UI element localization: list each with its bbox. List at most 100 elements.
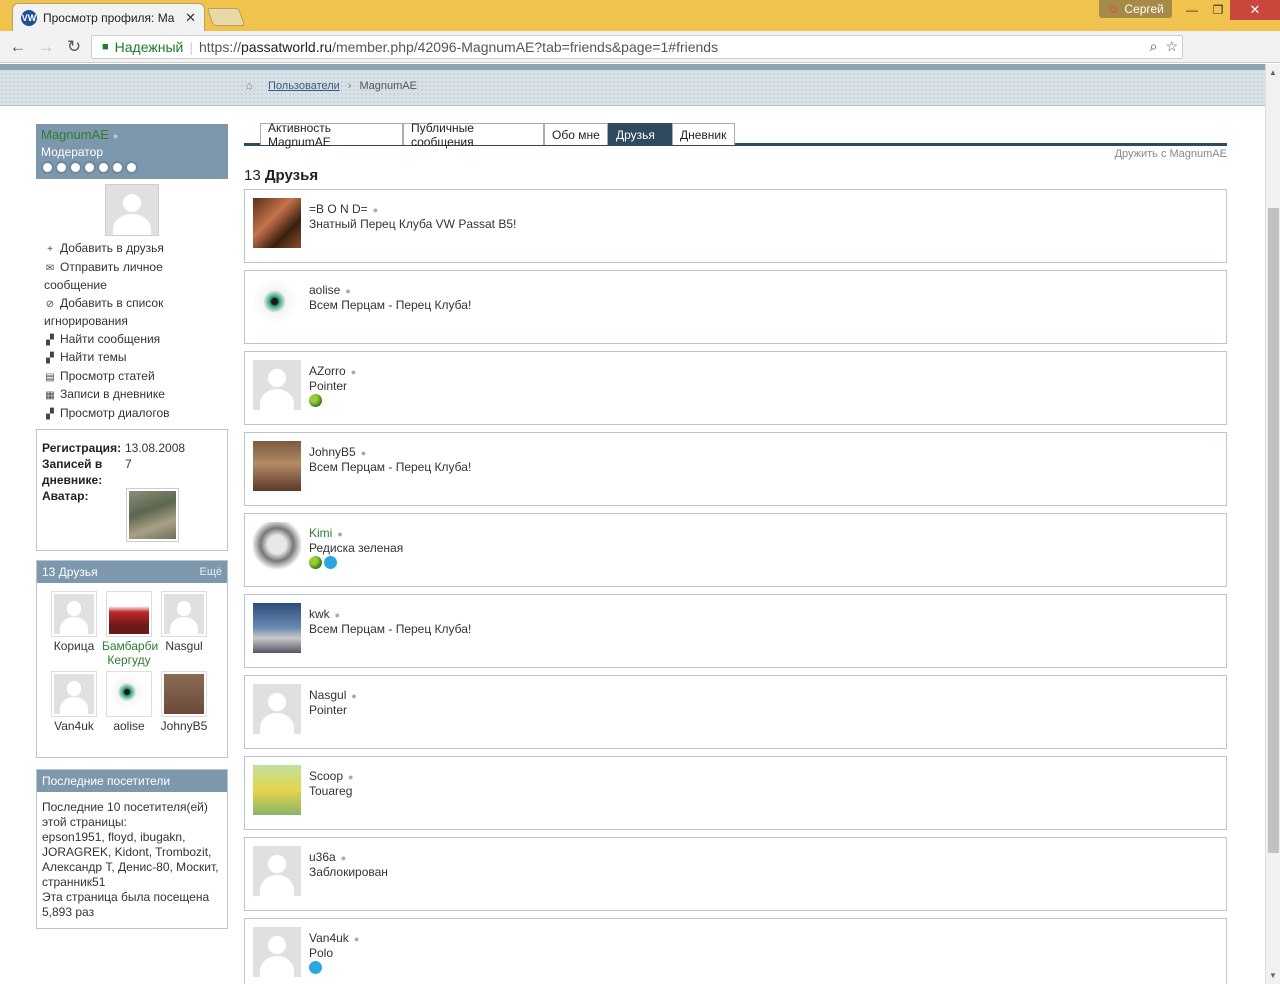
site-header: ⌂ Пользователи › MagnumAE: [0, 64, 1265, 106]
visitors-title: Последние посетители: [42, 774, 171, 788]
sidebar-friend[interactable]: Бамбарби Кергуду: [102, 591, 158, 667]
friends-grid: Корица Бамбарби Кергуду Nasgul Van4uk aolise…: [37, 583, 227, 733]
profile-action-label: Найти сообщения: [60, 331, 161, 346]
friend-row-avatar[interactable]: [253, 765, 301, 815]
friend-row-title: Знатный Перец Клуба VW Passat B5!: [309, 217, 517, 231]
profile-username: MagnumAE: [41, 127, 109, 142]
friend-name[interactable]: Корица: [47, 639, 101, 653]
back-icon[interactable]: ←: [8, 37, 28, 57]
new-tab-button[interactable]: [206, 8, 246, 26]
profile-action-1[interactable]: ✉ Отправить личное сообщение: [44, 259, 228, 295]
friend-row-name[interactable]: u36a ●: [309, 850, 346, 864]
secure-label: Надежный: [114, 39, 184, 55]
friend-name[interactable]: aolise: [102, 719, 156, 733]
friend-row-avatar[interactable]: [253, 441, 301, 491]
friend-avatar[interactable]: [51, 671, 97, 717]
friend-row: aolise ● Всем Перцам - Перец Клуба!: [244, 270, 1227, 344]
friend-row-avatar[interactable]: [253, 846, 301, 896]
profile-action-7[interactable]: ▞ Просмотр диалогов: [44, 405, 228, 424]
befriend-link[interactable]: Дружить с MagnumAE: [1115, 148, 1227, 160]
profile-actions: + Добавить в друзья ✉ Отправить личное сооб…: [36, 240, 228, 423]
visitors-intro: Последние 10 посетителя(ей) этой страниц…: [42, 800, 208, 829]
sidebar-friend[interactable]: JohnyB5: [157, 671, 211, 733]
friend-avatar[interactable]: [106, 591, 152, 637]
profile-action-3[interactable]: ▞ Найти сообщения: [44, 331, 228, 350]
close-tab-icon[interactable]: ✕: [185, 10, 196, 26]
friend-row-avatar[interactable]: [253, 279, 301, 329]
profile-action-2[interactable]: ⊘ Добавить в список игнорирования: [44, 295, 228, 331]
scrollbar[interactable]: ▲ ▼: [1265, 64, 1280, 984]
profile-button[interactable]: ☺ Сергей: [1099, 0, 1172, 18]
friend-row-avatar[interactable]: [253, 522, 301, 572]
articles-icon: ▤: [45, 371, 55, 383]
friend-avatar[interactable]: [51, 591, 97, 637]
profile-header: MagnumAE ● Модератор: [36, 124, 228, 179]
friend-avatar[interactable]: [161, 671, 207, 717]
friend-row: =B O N D= ● Знатный Перец Клуба VW Passat …: [244, 189, 1227, 263]
sidebar-friend[interactable]: Nasgul: [157, 591, 211, 667]
vw-favicon-icon: VW: [21, 9, 37, 26]
friend-name[interactable]: Бамбарби Кергуду: [102, 639, 158, 667]
forward-icon[interactable]: →: [36, 37, 56, 57]
bookmark-star-icon[interactable]: ☆: [1165, 38, 1178, 55]
friend-row-avatar[interactable]: [253, 198, 301, 248]
friend-row: Van4uk ● Polo: [244, 918, 1227, 984]
offline-status-icon: ●: [348, 772, 354, 782]
reload-icon[interactable]: ↻: [64, 37, 84, 57]
friend-row-name[interactable]: Van4uk ●: [309, 931, 359, 945]
tab-4[interactable]: Дневник: [672, 123, 735, 145]
visitors-count: Эта страница была посещена 5,893 раз: [42, 890, 210, 919]
breadcrumb-arrow-icon: ›: [347, 80, 352, 92]
address-bar[interactable]: ■ Надежный | https://passatworld.ru/memb…: [91, 35, 1183, 59]
friend-row-name[interactable]: Kimi ●: [309, 526, 343, 540]
friend-row-name[interactable]: Nasgul ●: [309, 688, 357, 702]
browser-tab[interactable]: VW Просмотр профиля: Ma ✕: [12, 3, 205, 31]
friend-row-avatar[interactable]: [253, 360, 301, 410]
friend-row-avatar[interactable]: [253, 603, 301, 653]
friend-row: JohnyB5 ● Всем Перцам - Перец Клуба!: [244, 432, 1227, 506]
friend-row-name[interactable]: aolise ●: [309, 283, 351, 297]
friends-heading: 13 Друзья: [244, 167, 318, 184]
friend-avatar[interactable]: [106, 671, 152, 717]
visitors-names[interactable]: epson1951, floyd, ibugakn, JORAGREK, Kid…: [42, 830, 222, 890]
tab-2[interactable]: Обо мне: [544, 123, 608, 145]
profile-action-4[interactable]: ▞ Найти темы: [44, 349, 228, 368]
friend-row-name[interactable]: kwk ●: [309, 607, 340, 621]
tab-1[interactable]: Публичные сообщения: [403, 121, 544, 149]
friend-row-name[interactable]: Scoop ●: [309, 769, 353, 783]
friends-list: =B O N D= ● Знатный Перец Клуба VW Passat …: [244, 189, 1227, 984]
tab-0[interactable]: Активность MagnumAE: [260, 121, 403, 149]
search-posts-icon: ▞: [46, 334, 54, 346]
friend-name[interactable]: Van4uk: [47, 719, 101, 733]
friend-row-avatar[interactable]: [253, 927, 301, 977]
lock-icon: ■: [102, 41, 109, 53]
friends-more-link[interactable]: Ещё: [199, 566, 222, 578]
profile-action-5[interactable]: ▤ Просмотр статей: [44, 368, 228, 387]
friend-row-title: Всем Перцам - Перец Клуба!: [309, 298, 472, 312]
breadcrumb-users-link[interactable]: Пользователи: [268, 80, 340, 92]
friend-row-title: Всем Перцам - Перец Клуба!: [309, 460, 472, 474]
friend-row-name[interactable]: JohnyB5 ●: [309, 445, 366, 459]
zoom-icon[interactable]: ⌕: [1150, 38, 1158, 55]
offline-status-icon: ●: [360, 448, 367, 458]
close-window-icon[interactable]: ✕: [1230, 0, 1280, 20]
friend-name[interactable]: Nasgul: [157, 639, 211, 653]
scrollbar-thumb[interactable]: [1268, 208, 1279, 853]
scroll-up-icon[interactable]: ▲: [1269, 68, 1277, 77]
profile-action-0[interactable]: + Добавить в друзья: [44, 240, 228, 259]
friend-row-avatar[interactable]: [253, 684, 301, 734]
tab-title: Просмотр профиля: Ma: [43, 10, 175, 25]
sidebar-friend[interactable]: aolise: [102, 671, 156, 733]
sidebar-friend[interactable]: Van4uk: [47, 671, 101, 733]
profile-action-6[interactable]: ▦ Записи в дневнике: [44, 386, 228, 405]
tab-3[interactable]: Друзья: [608, 123, 672, 145]
friend-name[interactable]: JohnyB5: [157, 719, 211, 733]
browser-toolbar: ← → ↻ ■ Надежный | https://passatworld.r…: [0, 31, 1280, 91]
friend-row-name[interactable]: AZorro ●: [309, 364, 356, 378]
home-icon[interactable]: ⌂: [246, 80, 260, 92]
friend-avatar[interactable]: [161, 591, 207, 637]
scroll-down-icon[interactable]: ▼: [1269, 971, 1277, 980]
profile-action-label: Просмотр диалогов: [60, 405, 170, 420]
sidebar-friend[interactable]: Корица: [47, 591, 101, 667]
friend-row-name[interactable]: =B O N D= ●: [309, 202, 378, 216]
